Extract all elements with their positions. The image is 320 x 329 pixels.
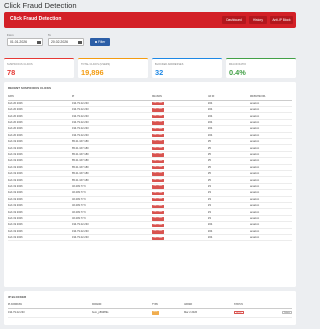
reason-badge: Bot Traffic <box>152 140 164 144</box>
page-title: Click Fraud Detection <box>4 1 77 10</box>
reason-badge: Bot Traffic <box>152 146 164 151</box>
stat-value: 78 <box>7 68 16 77</box>
reason-badge: Bot Traffic <box>152 166 164 170</box>
ip-blocker-table: IP ADDRESS DOMAIN TYPE ADDED STATUS 194.… <box>8 303 292 318</box>
reason-badge: Bot Traffic <box>152 230 164 234</box>
ip-address-cell: 194.79.22.233 <box>8 308 92 318</box>
website-cell: amazon <box>250 234 292 242</box>
stat-suspicious-clicks: SUSPICIOUS CLICKS 78 <box>4 58 74 78</box>
card-title: IP BLOCKER <box>8 295 27 299</box>
ip-blocker-card: IP BLOCKER IP ADDRESS DOMAIN TYPE ADDED … <box>4 291 296 325</box>
stat-value: 0.4% <box>229 68 246 77</box>
stats-row: SUSPICIOUS CLICKS 78 TOTAL CLICKS (USERS… <box>4 58 296 78</box>
to-date-input[interactable]: 20.02.2026 <box>48 38 84 46</box>
reason-badge: Bot Traffic <box>152 204 164 208</box>
ip-cell: 194.79.22.233 <box>72 234 152 242</box>
status-badge: Active <box>234 310 244 315</box>
suspicious-clicks-table: DATE IP REASON AD ID WEBSITE/URL Feb 20 … <box>8 95 292 242</box>
reason-badge: Bot Traffic <box>152 134 164 138</box>
ad-id-cell: #24 <box>208 234 250 242</box>
type-cell: BOT <box>152 308 184 318</box>
date-cell: Feb 19 2026 <box>8 234 72 242</box>
reason-badge: Bot Traffic <box>152 172 164 176</box>
dashboard-button[interactable]: Dashboard <box>222 16 246 24</box>
app-header: Click Fraud Detection Dashboard History … <box>4 12 296 28</box>
to-label: To <box>48 33 51 37</box>
action-cell: Delete <box>262 308 292 318</box>
reason-badge: Bot Traffic <box>152 159 164 163</box>
stat-value: 19,896 <box>81 68 104 77</box>
reason-badge: Bot Traffic <box>152 153 164 157</box>
filter-button[interactable]: Filter <box>90 38 110 46</box>
date-filter-bar: From 01.01.2026 To 20.02.2026 Filter <box>4 33 296 54</box>
stat-label: TOTAL CLICKS (USERS) <box>81 63 111 66</box>
calendar-icon[interactable] <box>37 40 41 45</box>
stat-value: 32 <box>155 68 164 77</box>
stat-fraud-ratio: FRAUD RATIO 0.4% <box>226 58 296 78</box>
table-row: 194.79.22.233 bum_p89f/89s BOT Mar 2 202… <box>8 308 292 318</box>
reason-badge: Bot Traffic <box>152 210 164 215</box>
domain-cell: bum_p89f/89s <box>92 308 152 318</box>
stat-label: FRAUD RATIO <box>229 63 247 66</box>
header-title: Click Fraud Detection <box>10 16 62 22</box>
reason-cell: Bot Traffic <box>152 234 208 242</box>
reason-badge: Bot Traffic <box>152 121 164 125</box>
stat-blocked-addresses: BLOCKED ADDRESSES 32 <box>152 58 222 78</box>
reason-badge: Bot Traffic <box>152 178 164 183</box>
filter-button-label: Filter <box>98 40 106 44</box>
reason-badge: Bot Traffic <box>152 102 164 106</box>
reason-badge: Bot Traffic <box>152 108 164 112</box>
to-date-value: 20.02.2026 <box>51 40 68 44</box>
delete-button[interactable]: Delete <box>281 310 292 315</box>
reason-badge: Bot Traffic <box>152 236 164 240</box>
suspicious-clicks-card: RECENT SUSPICIOUS CLICKS DATE IP REASON … <box>4 82 296 287</box>
search-icon <box>94 40 98 44</box>
stat-label: SUSPICIOUS CLICKS <box>7 63 33 66</box>
reason-badge: Bot Traffic <box>152 223 164 228</box>
from-date-input[interactable]: 01.01.2026 <box>7 38 43 46</box>
type-badge: BOT <box>152 311 160 315</box>
from-label: From <box>7 33 14 37</box>
calendar-icon[interactable] <box>78 40 82 45</box>
card-title: RECENT SUSPICIOUS CLICKS <box>8 86 52 90</box>
reason-badge: Bot Traffic <box>152 185 164 189</box>
status-cell: Active <box>234 308 262 318</box>
reason-badge: Bot Traffic <box>152 217 164 221</box>
stat-total-clicks: TOTAL CLICKS (USERS) 19,896 <box>78 58 148 78</box>
history-button[interactable]: History <box>249 16 267 24</box>
reason-badge: Bot Traffic <box>152 114 164 119</box>
reason-badge: Bot Traffic <box>152 191 164 196</box>
reason-badge: Bot Traffic <box>152 127 164 131</box>
from-date-value: 01.01.2026 <box>10 40 27 44</box>
stat-label: BLOCKED ADDRESSES <box>155 63 184 66</box>
anti-ip-block-button[interactable]: Anti-IP Block <box>270 16 293 24</box>
reason-badge: Bot Traffic <box>152 198 164 202</box>
table-row: Feb 19 2026 194.79.22.233 Bot Traffic #24 am… <box>8 234 292 242</box>
added-cell: Mar 2 2026 <box>184 308 234 318</box>
